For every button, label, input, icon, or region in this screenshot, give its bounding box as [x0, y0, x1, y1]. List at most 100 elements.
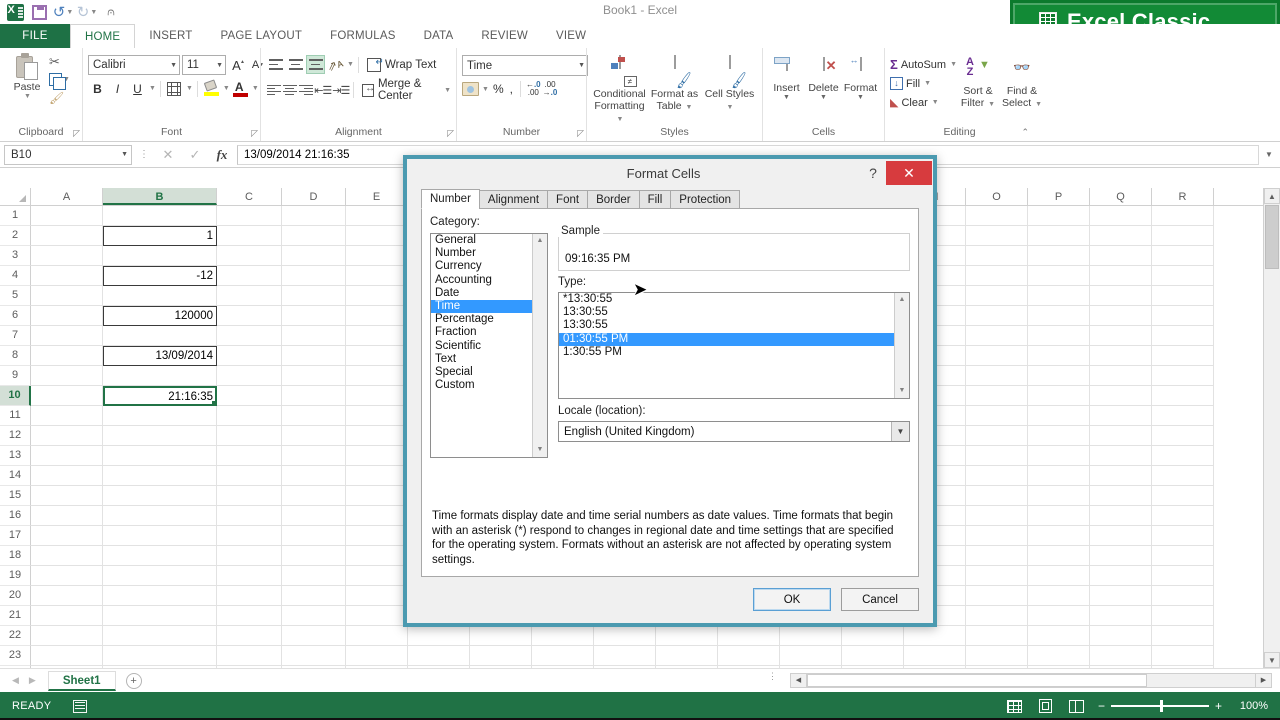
sort-filter-button[interactable]: AZ ▼ Sort & Filter ▼ [957, 55, 999, 110]
orientation-button[interactable]: ⇗ᴀ [326, 55, 346, 74]
insert-function-icon[interactable]: fx [210, 147, 234, 163]
chevron-down-icon[interactable]: ▼ [727, 104, 734, 111]
cell-O19[interactable] [966, 566, 1028, 586]
wrap-text-button[interactable]: Wrap Text [363, 57, 436, 72]
cell-D19[interactable] [282, 566, 346, 586]
cell-C21[interactable] [217, 606, 282, 626]
row-header-21[interactable]: 21 [0, 606, 31, 626]
paste-button[interactable]: Paste ▼ [5, 51, 49, 100]
dialog-tab-font[interactable]: Font [547, 190, 589, 209]
category-scrollbar[interactable]: ▲ ▼ [532, 234, 547, 457]
cell-O17[interactable] [966, 526, 1028, 546]
cell-E19[interactable] [346, 566, 408, 586]
cell-O11[interactable] [966, 406, 1028, 426]
comma-style-button[interactable]: , [508, 82, 515, 96]
scroll-down-icon[interactable]: ▼ [895, 384, 909, 398]
cell-R12[interactable] [1152, 426, 1214, 446]
category-item-date[interactable]: Date [431, 287, 547, 300]
category-item-number[interactable]: Number [431, 247, 547, 260]
cell-B14[interactable] [103, 466, 217, 486]
cell-D5[interactable] [282, 286, 346, 306]
underline-button[interactable]: U [128, 79, 147, 98]
cell-A1[interactable] [31, 206, 103, 226]
tab-review[interactable]: REVIEW [467, 24, 542, 48]
cell-A2[interactable] [31, 226, 103, 246]
cell-C18[interactable] [217, 546, 282, 566]
cell-E1[interactable] [346, 206, 408, 226]
conditional-formatting-button[interactable]: ≠ Conditional Formatting ▼ [592, 54, 647, 124]
cell-O1[interactable] [966, 206, 1028, 226]
cell-D2[interactable] [282, 226, 346, 246]
cell-Q6[interactable] [1090, 306, 1152, 326]
paste-dropdown-icon[interactable]: ▼ [6, 93, 49, 100]
cell-C5[interactable] [217, 286, 282, 306]
cell-R16[interactable] [1152, 506, 1214, 526]
horizontal-scroll-thumb[interactable] [807, 674, 1148, 687]
number-format-combo[interactable]: Time ▼ [462, 55, 588, 76]
cell-E23[interactable] [346, 646, 408, 666]
cell-A3[interactable] [31, 246, 103, 266]
cell-Q8[interactable] [1090, 346, 1152, 366]
cell-C12[interactable] [217, 426, 282, 446]
cell-A18[interactable] [31, 546, 103, 566]
cell-E4[interactable] [346, 266, 408, 286]
cell-R21[interactable] [1152, 606, 1214, 626]
column-header-e[interactable]: E [346, 188, 408, 205]
cell-D10[interactable] [282, 386, 346, 406]
cell-F23[interactable] [408, 646, 470, 666]
locale-combo[interactable]: English (United Kingdom) ▼ [558, 421, 910, 442]
dialog-tab-number[interactable]: Number [421, 189, 480, 209]
add-sheet-button[interactable]: + [125, 672, 142, 689]
cell-O7[interactable] [966, 326, 1028, 346]
cell-E6[interactable] [346, 306, 408, 326]
cell-C10[interactable] [217, 386, 282, 406]
cell-E13[interactable] [346, 446, 408, 466]
cell-O18[interactable] [966, 546, 1028, 566]
cell-B15[interactable] [103, 486, 217, 506]
column-header-b[interactable]: B [103, 188, 217, 205]
cell-H23[interactable] [532, 646, 594, 666]
cell-E11[interactable] [346, 406, 408, 426]
cell-D16[interactable] [282, 506, 346, 526]
cell-O15[interactable] [966, 486, 1028, 506]
type-item-3[interactable]: 01:30:55 PM [559, 332, 909, 346]
zoom-track[interactable] [1110, 700, 1209, 713]
cell-O3[interactable] [966, 246, 1028, 266]
cell-P1[interactable] [1028, 206, 1090, 226]
cell-P11[interactable] [1028, 406, 1090, 426]
cell-D11[interactable] [282, 406, 346, 426]
column-header-o[interactable]: O [966, 188, 1028, 205]
cell-E8[interactable] [346, 346, 408, 366]
cell-D4[interactable] [282, 266, 346, 286]
cell-B7[interactable] [103, 326, 217, 346]
merge-dropdown-icon[interactable]: ▼ [444, 87, 451, 94]
cell-H22[interactable] [532, 626, 594, 646]
cell-R1[interactable] [1152, 206, 1214, 226]
row-header-18[interactable]: 18 [0, 546, 31, 566]
cell-P20[interactable] [1028, 586, 1090, 606]
cell-Q7[interactable] [1090, 326, 1152, 346]
format-painter-button[interactable]: 🖌 [49, 90, 70, 105]
cell-J23[interactable] [656, 646, 718, 666]
cell-I23[interactable] [594, 646, 656, 666]
category-item-currency[interactable]: Currency [431, 260, 547, 273]
confirm-entry-icon[interactable]: ✓ [183, 147, 207, 163]
cell-B2[interactable]: 1 [103, 226, 217, 246]
category-item-fraction[interactable]: Fraction [431, 326, 547, 339]
cell-A8[interactable] [31, 346, 103, 366]
row-header-14[interactable]: 14 [0, 466, 31, 486]
underline-dropdown-icon[interactable]: ▼ [149, 85, 156, 92]
row-header-20[interactable]: 20 [0, 586, 31, 606]
cell-R7[interactable] [1152, 326, 1214, 346]
cell-E2[interactable] [346, 226, 408, 246]
cancel-entry-icon[interactable]: ✕ [156, 147, 180, 163]
cell-A14[interactable] [31, 466, 103, 486]
chevron-down-icon[interactable]: ▼ [768, 94, 805, 101]
cell-R2[interactable] [1152, 226, 1214, 246]
cell-B12[interactable] [103, 426, 217, 446]
cell-M23[interactable] [842, 646, 904, 666]
cell-Q19[interactable] [1090, 566, 1152, 586]
cell-A13[interactable] [31, 446, 103, 466]
cell-D7[interactable] [282, 326, 346, 346]
row-header-1[interactable]: 1 [0, 206, 31, 226]
